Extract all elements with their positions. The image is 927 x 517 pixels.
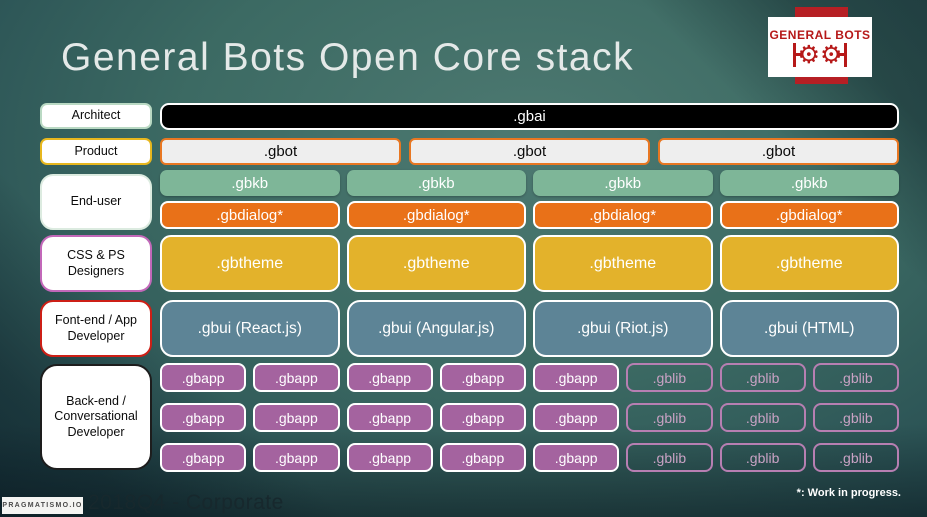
gbapp-block: .gbapp [346, 363, 433, 392]
row-label-text: Product [74, 143, 118, 158]
row-gbapp-gblib-3: .gbapp .gbapp .gbapp .gbapp .gbapp .gbli… [160, 443, 899, 472]
row-label-backend-conversational-developer: Back-end / Conversational Developer [40, 364, 152, 470]
gbkb-block: .gbkb [346, 170, 526, 196]
gbot-block: .gbot [658, 138, 899, 165]
gblib-block: .gblib [626, 363, 713, 392]
gblib-block: .gblib [626, 403, 713, 432]
gbdialog-block: .gbdialog* [346, 201, 526, 229]
footer-caption: 2018Q4 - Corporate [88, 491, 284, 514]
gblib-block: .gblib [812, 443, 899, 472]
row-label-product: Product [40, 138, 152, 165]
logo-text: GENERAL BOTS [769, 27, 871, 42]
row-label-text: Back-end / Conversational Developer [54, 393, 138, 439]
gbui-angular-block: .gbui (Angular.js) [346, 300, 526, 357]
gbkb-block: .gbkb [719, 170, 899, 196]
gbapp-block: .gbapp [346, 443, 433, 472]
gblib-block: .gblib [719, 363, 806, 392]
gbapp-block: .gbapp [253, 363, 340, 392]
slide: General Bots Open Core stack GENERAL BOT… [0, 0, 927, 517]
row-gbdialog: .gbdialog* .gbdialog* .gbdialog* .gbdial… [160, 201, 899, 229]
gbapp-block: .gbapp [346, 403, 433, 432]
gbui-react-block: .gbui (React.js) [160, 300, 340, 357]
gblib-block: .gblib [812, 363, 899, 392]
row-label-text: Font-end / App Developer [54, 312, 137, 343]
work-in-progress-note: *: Work in progress. [796, 487, 901, 499]
row-label-text: End-user [70, 194, 122, 209]
gbkb-block: .gbkb [533, 170, 713, 196]
gbapp-block: .gbapp [160, 403, 247, 432]
gbot-block: .gbot [409, 138, 650, 165]
gbapp-block: .gbapp [439, 443, 526, 472]
row-label-frontend-app-developer: Font-end / App Developer [40, 300, 152, 357]
gear-bar-left [792, 42, 803, 67]
general-bots-logo: GENERAL BOTS ⚙ ⚙ [768, 17, 872, 77]
gbtheme-block: .gbtheme [346, 235, 526, 292]
gbkb-block: .gbkb [160, 170, 340, 196]
gbapp-block: .gbapp [533, 403, 620, 432]
gbdialog-block: .gbdialog* [160, 201, 340, 229]
gblib-block: .gblib [719, 403, 806, 432]
row-gbui: .gbui (React.js) .gbui (Angular.js) .gbu… [160, 300, 899, 357]
gbapp-block: .gbapp [253, 403, 340, 432]
gear-bar-right [837, 42, 848, 67]
gbot-block: .gbot [160, 138, 401, 165]
pragmatismo-badge: PRAGMATISMO.IO [2, 497, 83, 514]
row-gbapp-gblib-1: .gbapp .gbapp .gbapp .gbapp .gbapp .gbli… [160, 363, 899, 392]
gbui-html-block: .gbui (HTML) [719, 300, 899, 357]
gbapp-block: .gbapp [533, 443, 620, 472]
gbapp-block: .gbapp [160, 443, 247, 472]
gbapp-block: .gbapp [160, 363, 247, 392]
gbtheme-block: .gbtheme [719, 235, 899, 292]
row-label-text: CSS & PS Designers [67, 247, 125, 278]
gbapp-block: .gbapp [253, 443, 340, 472]
gblib-block: .gblib [719, 443, 806, 472]
row-label-text: Architect [71, 108, 121, 123]
gbdialog-block: .gbdialog* [533, 201, 713, 229]
row-gbai: .gbai [160, 103, 899, 130]
gbtheme-block: .gbtheme [160, 235, 340, 292]
gbapp-block: .gbapp [439, 403, 526, 432]
row-gbtheme: .gbtheme .gbtheme .gbtheme .gbtheme [160, 235, 899, 292]
gbapp-block: .gbapp [439, 363, 526, 392]
page-title: General Bots Open Core stack [61, 36, 635, 79]
gbui-riot-block: .gbui (Riot.js) [533, 300, 713, 357]
gbdialog-block: .gbdialog* [719, 201, 899, 229]
gblib-block: .gblib [626, 443, 713, 472]
gbtheme-block: .gbtheme [533, 235, 713, 292]
row-label-end-user: End-user [40, 174, 152, 230]
gbai-block: .gbai [160, 103, 899, 130]
row-gbapp-gblib-2: .gbapp .gbapp .gbapp .gbapp .gbapp .gbli… [160, 403, 899, 432]
row-gbot: .gbot .gbot .gbot [160, 138, 899, 165]
row-label-architect: Architect [40, 103, 152, 129]
gblib-block: .gblib [812, 403, 899, 432]
gbapp-block: .gbapp [533, 363, 620, 392]
row-label-css-ps-designers: CSS & PS Designers [40, 235, 152, 292]
gears-icon: ⚙ ⚙ [792, 42, 848, 67]
row-gbkb: .gbkb .gbkb .gbkb .gbkb [160, 170, 899, 196]
